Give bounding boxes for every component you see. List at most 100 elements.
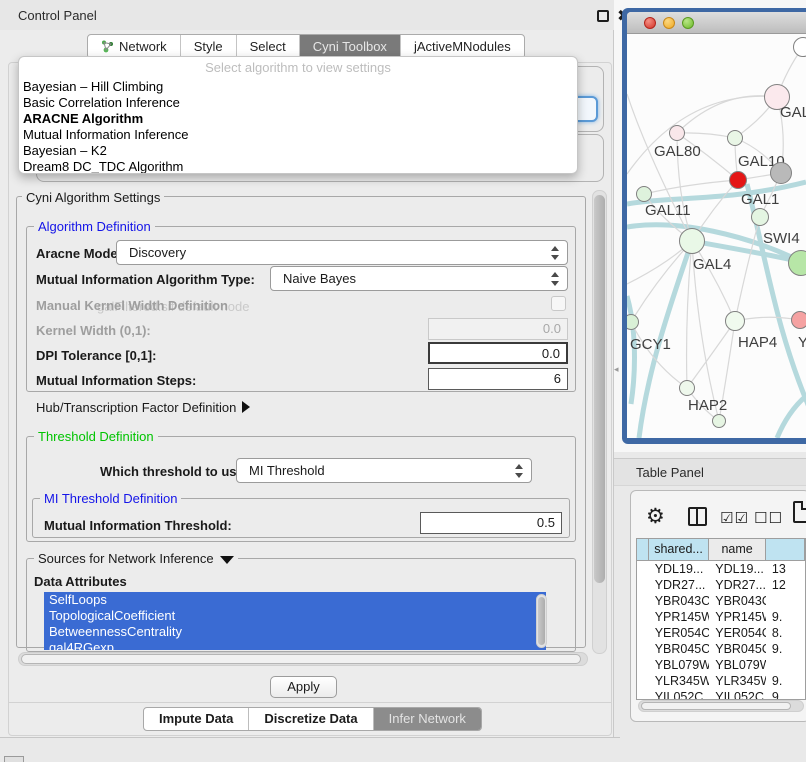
settings-horizontal-scrollbar[interactable] bbox=[18, 652, 588, 666]
network-node[interactable] bbox=[770, 162, 792, 184]
data-attributes-list[interactable]: SelfLoopsTopologicalCoefficientBetweenne… bbox=[44, 592, 546, 650]
select-all-checked-icon[interactable]: ☑☑ bbox=[720, 509, 749, 527]
network-node-gal4[interactable] bbox=[679, 228, 705, 254]
algorithm-option[interactable]: Dream8 DC_TDC Algorithm bbox=[19, 159, 577, 174]
table-horizontal-scrollbar-thumb[interactable] bbox=[641, 702, 791, 710]
table-row[interactable]: YER054CYER054C8. bbox=[637, 625, 805, 641]
network-node[interactable] bbox=[712, 414, 726, 428]
which-threshold-combo[interactable]: MI Threshold bbox=[236, 458, 532, 483]
node-attribute-table[interactable]: shared...nameYDL19...YDL19...13YDR27...Y… bbox=[636, 538, 806, 700]
column-header-name[interactable]: name bbox=[709, 539, 766, 560]
data-attribute-item-selected[interactable]: TopologicalCoefficient bbox=[44, 608, 546, 624]
attribute-list-scrollbar[interactable] bbox=[536, 594, 547, 648]
table-row[interactable]: YDR27...YDR27...12 bbox=[637, 577, 805, 593]
table-cell bbox=[637, 641, 649, 657]
apply-button[interactable]: Apply bbox=[270, 676, 337, 698]
algorithm-dropdown-placeholder: Select algorithm to view settings bbox=[19, 57, 577, 79]
expander-collapsed-icon bbox=[242, 401, 250, 413]
node-label: GAL11 bbox=[645, 202, 691, 219]
settings-horizontal-scrollbar-thumb[interactable] bbox=[21, 654, 581, 664]
data-attribute-item-selected[interactable]: BetweennessCentrality bbox=[44, 624, 546, 640]
table-row[interactable]: YPR145WYPR145W9. bbox=[637, 609, 805, 625]
table-cell: YLR345W bbox=[709, 673, 766, 689]
panel-title: Control Panel bbox=[18, 8, 97, 23]
sources-title-text: Sources for Network Inference bbox=[38, 551, 214, 566]
new-table-icon[interactable] bbox=[793, 501, 806, 523]
select-none-unchecked-icon[interactable]: ☐☐ bbox=[754, 509, 783, 527]
tab-network[interactable]: Network bbox=[88, 35, 181, 58]
network-node-hap2[interactable] bbox=[679, 380, 695, 396]
mi-threshold-field[interactable]: 0.5 bbox=[420, 512, 562, 534]
mi-steps-field[interactable]: 6 bbox=[428, 368, 568, 390]
table-cell: 9. bbox=[766, 673, 805, 689]
algorithm-option[interactable]: Basic Correlation Inference bbox=[19, 95, 577, 111]
table-row[interactable]: YBR043CYBR043C bbox=[637, 593, 805, 609]
network-node-gal11[interactable] bbox=[636, 186, 652, 202]
splitter-collapse-icon[interactable]: ◂ bbox=[614, 364, 619, 375]
table-cell bbox=[637, 609, 649, 625]
table-horizontal-scrollbar[interactable] bbox=[638, 700, 804, 712]
network-node-y[interactable] bbox=[791, 311, 806, 329]
settings-vertical-scrollbar[interactable] bbox=[592, 190, 607, 654]
network-node-gal80[interactable] bbox=[669, 125, 685, 141]
expander-expanded-icon bbox=[220, 556, 234, 564]
algorithm-option[interactable]: Bayesian – K2 bbox=[19, 143, 577, 159]
combo-stepper-icon bbox=[514, 464, 522, 478]
hub-definition-expander[interactable]: Hub/Transcription Factor Definition bbox=[36, 400, 250, 415]
close-traffic-light-icon[interactable] bbox=[644, 17, 656, 29]
network-node-hap4[interactable] bbox=[725, 311, 745, 331]
table-panel-title: Table Panel bbox=[636, 465, 704, 480]
table-row[interactable]: YDL19...YDL19...13 bbox=[637, 561, 805, 577]
network-window: GALGAL80GAL10GAL1GAL11SWI4GAL4GCY1HAP4YH… bbox=[627, 12, 806, 438]
table-cell: YBR045C bbox=[709, 641, 766, 657]
kernel-width-field[interactable]: 0.0 bbox=[428, 318, 568, 340]
minimized-widget[interactable] bbox=[4, 756, 24, 762]
tab-jactivemnodules[interactable]: jActiveMNodules bbox=[401, 35, 524, 58]
tab-infer-network[interactable]: Infer Network bbox=[374, 708, 481, 730]
cyni-bottom-tabbar: Impute DataDiscretize DataInfer Network bbox=[143, 707, 482, 731]
network-window-titlebar[interactable] bbox=[627, 12, 806, 34]
tab-discretize-data[interactable]: Discretize Data bbox=[249, 708, 373, 730]
column-header[interactable] bbox=[637, 539, 649, 560]
aracne-mode-value: Discovery bbox=[129, 245, 186, 260]
settings-vertical-scrollbar-thumb[interactable] bbox=[594, 195, 605, 583]
network-node-gal10[interactable] bbox=[727, 130, 743, 146]
table-cell bbox=[637, 577, 649, 593]
combo-stepper-icon bbox=[550, 246, 558, 260]
network-node-swi4[interactable] bbox=[751, 208, 769, 226]
tab-select[interactable]: Select bbox=[237, 35, 300, 58]
algorithm-option[interactable]: Bayesian – Hill Climbing bbox=[19, 79, 577, 95]
node-label: SWI4 bbox=[763, 230, 800, 247]
network-node-gal1[interactable] bbox=[729, 171, 747, 189]
table-row[interactable]: YBL079WYBL079W bbox=[637, 657, 805, 673]
table-row[interactable]: YLR345WYLR345W9. bbox=[637, 673, 805, 689]
mi-type-combo[interactable]: Naive Bayes bbox=[270, 266, 568, 291]
threshold-definition-title: Threshold Definition bbox=[34, 429, 158, 444]
network-icon bbox=[101, 40, 114, 53]
table-row[interactable]: YBR045CYBR045C9. bbox=[637, 641, 805, 657]
data-attribute-item-selected[interactable]: gal4RGexp bbox=[44, 640, 546, 650]
tab-cyni-toolbox[interactable]: Cyni Toolbox bbox=[300, 35, 401, 58]
data-attribute-item-selected[interactable]: SelfLoops bbox=[44, 592, 546, 608]
gear-icon[interactable]: ⚙ bbox=[646, 504, 665, 529]
table-cell bbox=[766, 593, 805, 609]
attribute-list-scrollbar-thumb[interactable] bbox=[538, 597, 545, 645]
column-header-shared[interactable]: shared... bbox=[649, 539, 710, 560]
network-node[interactable] bbox=[793, 37, 806, 57]
manual-kernel-checkbox[interactable] bbox=[551, 296, 566, 311]
tab-impute-data[interactable]: Impute Data bbox=[144, 708, 249, 730]
tab-style[interactable]: Style bbox=[181, 35, 237, 58]
table-row[interactable]: YIL052CYIL052C9. bbox=[637, 689, 805, 700]
sources-title[interactable]: Sources for Network Inference bbox=[34, 551, 238, 566]
split-columns-icon[interactable] bbox=[688, 507, 707, 526]
network-canvas[interactable]: GALGAL80GAL10GAL1GAL11SWI4GAL4GCY1HAP4YH… bbox=[627, 34, 806, 438]
algorithm-option[interactable]: Mutual Information Inference bbox=[19, 127, 577, 143]
float-window-icon[interactable] bbox=[597, 10, 609, 22]
aracne-mode-combo[interactable]: Discovery bbox=[116, 240, 568, 265]
minimize-traffic-light-icon[interactable] bbox=[663, 17, 675, 29]
column-header[interactable] bbox=[766, 539, 805, 560]
zoom-traffic-light-icon[interactable] bbox=[682, 17, 694, 29]
mi-type-label: Mutual Information Algorithm Type: bbox=[36, 272, 255, 287]
algorithm-option[interactable]: ARACNE Algorithm bbox=[19, 111, 577, 127]
dpi-tolerance-field[interactable]: 0.0 bbox=[428, 342, 568, 364]
